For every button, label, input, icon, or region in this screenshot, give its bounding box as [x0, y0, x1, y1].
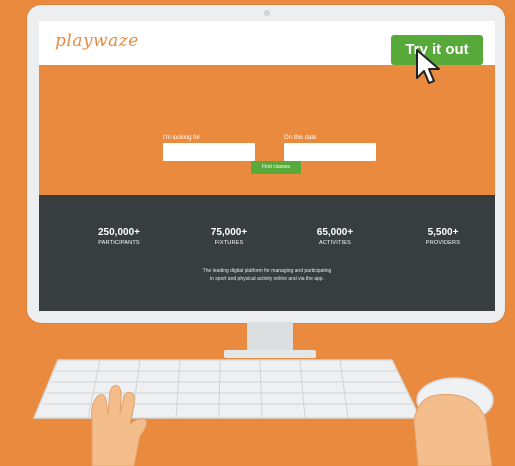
hands-illustration: [91, 377, 494, 466]
left-hand: [91, 385, 147, 466]
